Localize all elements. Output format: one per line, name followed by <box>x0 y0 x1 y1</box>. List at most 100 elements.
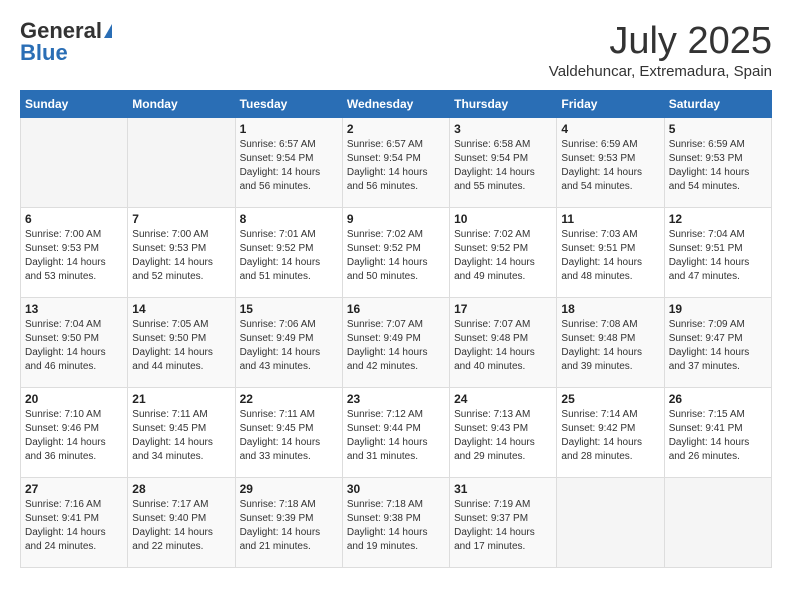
day-number: 23 <box>347 392 445 406</box>
calendar-cell: 11 Sunrise: 7:03 AM Sunset: 9:51 PM Dayli… <box>557 208 664 298</box>
logo: General Blue <box>20 20 112 64</box>
calendar-cell: 13 Sunrise: 7:04 AM Sunset: 9:50 PM Dayli… <box>21 298 128 388</box>
logo-general-text: General <box>20 20 102 42</box>
calendar-cell: 21 Sunrise: 7:11 AM Sunset: 9:45 PM Dayli… <box>128 388 235 478</box>
day-info: Sunrise: 7:00 AM Sunset: 9:53 PM Dayligh… <box>132 228 230 284</box>
day-number: 11 <box>561 212 659 226</box>
calendar-cell: 20 Sunrise: 7:10 AM Sunset: 9:46 PM Dayli… <box>21 388 128 478</box>
day-number: 19 <box>669 302 767 316</box>
day-number: 6 <box>25 212 123 226</box>
day-header-saturday: Saturday <box>664 91 771 118</box>
calendar-cell: 24 Sunrise: 7:13 AM Sunset: 9:43 PM Dayli… <box>450 388 557 478</box>
calendar-cell <box>128 118 235 208</box>
calendar-cell: 5 Sunrise: 6:59 AM Sunset: 9:53 PM Daylig… <box>664 118 771 208</box>
day-info: Sunrise: 7:08 AM Sunset: 9:48 PM Dayligh… <box>561 318 659 374</box>
calendar-cell: 3Sunrise: 6:58 AM Sunset: 9:54 PM Daylig… <box>450 118 557 208</box>
day-info: Sunrise: 7:00 AM Sunset: 9:53 PM Dayligh… <box>25 228 123 284</box>
month-title: July 2025 <box>549 20 772 63</box>
day-info: Sunrise: 7:13 AM Sunset: 9:43 PM Dayligh… <box>454 408 552 464</box>
day-number: 5 <box>669 122 767 136</box>
day-number: 30 <box>347 482 445 496</box>
day-header-sunday: Sunday <box>21 91 128 118</box>
day-info: Sunrise: 6:59 AM Sunset: 9:53 PM Dayligh… <box>669 138 767 194</box>
day-info: Sunrise: 7:18 AM Sunset: 9:39 PM Dayligh… <box>240 498 338 554</box>
day-info: Sunrise: 7:05 AM Sunset: 9:50 PM Dayligh… <box>132 318 230 374</box>
header-row: SundayMondayTuesdayWednesdayThursdayFrid… <box>21 91 772 118</box>
title-block: July 2025 Valdehuncar, Extremadura, Spai… <box>549 20 772 80</box>
calendar-cell: 17 Sunrise: 7:07 AM Sunset: 9:48 PM Dayli… <box>450 298 557 388</box>
day-header-tuesday: Tuesday <box>235 91 342 118</box>
day-info: Sunrise: 6:57 AM Sunset: 9:54 PM Dayligh… <box>347 138 445 194</box>
day-info: Sunrise: 7:14 AM Sunset: 9:42 PM Dayligh… <box>561 408 659 464</box>
day-number: 13 <box>25 302 123 316</box>
calendar-cell: 23Sunrise: 7:12 AM Sunset: 9:44 PM Dayli… <box>342 388 449 478</box>
day-info: Sunrise: 7:11 AM Sunset: 9:45 PM Dayligh… <box>132 408 230 464</box>
day-info: Sunrise: 7:17 AM Sunset: 9:40 PM Dayligh… <box>132 498 230 554</box>
day-header-thursday: Thursday <box>450 91 557 118</box>
day-info: Sunrise: 7:15 AM Sunset: 9:41 PM Dayligh… <box>669 408 767 464</box>
calendar-cell: 7 Sunrise: 7:00 AM Sunset: 9:53 PM Daylig… <box>128 208 235 298</box>
calendar-cell: 16Sunrise: 7:07 AM Sunset: 9:49 PM Dayli… <box>342 298 449 388</box>
calendar-cell: 8Sunrise: 7:01 AM Sunset: 9:52 PM Daylig… <box>235 208 342 298</box>
calendar-week-2: 13 Sunrise: 7:04 AM Sunset: 9:50 PM Dayli… <box>21 298 772 388</box>
calendar-cell: 15 Sunrise: 7:06 AM Sunset: 9:49 PM Dayli… <box>235 298 342 388</box>
day-number: 2 <box>347 122 445 136</box>
day-number: 22 <box>240 392 338 406</box>
calendar-header: SundayMondayTuesdayWednesdayThursdayFrid… <box>21 91 772 118</box>
day-number: 15 <box>240 302 338 316</box>
day-number: 10 <box>454 212 552 226</box>
day-number: 24 <box>454 392 552 406</box>
calendar-cell: 31Sunrise: 7:19 AM Sunset: 9:37 PM Dayli… <box>450 478 557 568</box>
day-info: Sunrise: 7:06 AM Sunset: 9:49 PM Dayligh… <box>240 318 338 374</box>
day-number: 17 <box>454 302 552 316</box>
day-number: 31 <box>454 482 552 496</box>
day-header-wednesday: Wednesday <box>342 91 449 118</box>
day-number: 12 <box>669 212 767 226</box>
day-number: 3 <box>454 122 552 136</box>
calendar-cell: 25Sunrise: 7:14 AM Sunset: 9:42 PM Dayli… <box>557 388 664 478</box>
calendar-cell: 28Sunrise: 7:17 AM Sunset: 9:40 PM Dayli… <box>128 478 235 568</box>
calendar-week-3: 20 Sunrise: 7:10 AM Sunset: 9:46 PM Dayli… <box>21 388 772 478</box>
calendar-cell <box>664 478 771 568</box>
calendar-cell <box>557 478 664 568</box>
calendar-cell: 10Sunrise: 7:02 AM Sunset: 9:52 PM Dayli… <box>450 208 557 298</box>
day-number: 26 <box>669 392 767 406</box>
calendar-cell: 26 Sunrise: 7:15 AM Sunset: 9:41 PM Dayli… <box>664 388 771 478</box>
day-info: Sunrise: 7:10 AM Sunset: 9:46 PM Dayligh… <box>25 408 123 464</box>
logo-blue-text: Blue <box>20 42 68 64</box>
day-info: Sunrise: 7:11 AM Sunset: 9:45 PM Dayligh… <box>240 408 338 464</box>
day-info: Sunrise: 6:57 AM Sunset: 9:54 PM Dayligh… <box>240 138 338 194</box>
day-header-friday: Friday <box>557 91 664 118</box>
day-info: Sunrise: 7:07 AM Sunset: 9:48 PM Dayligh… <box>454 318 552 374</box>
day-number: 9 <box>347 212 445 226</box>
calendar-cell: 18Sunrise: 7:08 AM Sunset: 9:48 PM Dayli… <box>557 298 664 388</box>
calendar-cell: 12 Sunrise: 7:04 AM Sunset: 9:51 PM Dayli… <box>664 208 771 298</box>
day-number: 27 <box>25 482 123 496</box>
day-number: 20 <box>25 392 123 406</box>
calendar-cell: 1Sunrise: 6:57 AM Sunset: 9:54 PM Daylig… <box>235 118 342 208</box>
location-subtitle: Valdehuncar, Extremadura, Spain <box>549 63 772 80</box>
calendar-cell: 9 Sunrise: 7:02 AM Sunset: 9:52 PM Daylig… <box>342 208 449 298</box>
page-header: General Blue July 2025 Valdehuncar, Extr… <box>20 20 772 80</box>
day-info: Sunrise: 7:03 AM Sunset: 9:51 PM Dayligh… <box>561 228 659 284</box>
calendar-cell: 29Sunrise: 7:18 AM Sunset: 9:39 PM Dayli… <box>235 478 342 568</box>
day-number: 8 <box>240 212 338 226</box>
calendar-cell: 4Sunrise: 6:59 AM Sunset: 9:53 PM Daylig… <box>557 118 664 208</box>
calendar-cell: 19Sunrise: 7:09 AM Sunset: 9:47 PM Dayli… <box>664 298 771 388</box>
logo-icon <box>104 24 112 38</box>
calendar-cell: 27Sunrise: 7:16 AM Sunset: 9:41 PM Dayli… <box>21 478 128 568</box>
day-info: Sunrise: 6:59 AM Sunset: 9:53 PM Dayligh… <box>561 138 659 194</box>
calendar-cell <box>21 118 128 208</box>
day-number: 21 <box>132 392 230 406</box>
calendar-week-4: 27Sunrise: 7:16 AM Sunset: 9:41 PM Dayli… <box>21 478 772 568</box>
calendar-cell: 22 Sunrise: 7:11 AM Sunset: 9:45 PM Dayli… <box>235 388 342 478</box>
day-header-monday: Monday <box>128 91 235 118</box>
calendar-body: 1Sunrise: 6:57 AM Sunset: 9:54 PM Daylig… <box>21 118 772 568</box>
calendar-week-0: 1Sunrise: 6:57 AM Sunset: 9:54 PM Daylig… <box>21 118 772 208</box>
day-info: Sunrise: 7:04 AM Sunset: 9:50 PM Dayligh… <box>25 318 123 374</box>
day-number: 7 <box>132 212 230 226</box>
day-info: Sunrise: 7:04 AM Sunset: 9:51 PM Dayligh… <box>669 228 767 284</box>
day-number: 16 <box>347 302 445 316</box>
day-info: Sunrise: 7:02 AM Sunset: 9:52 PM Dayligh… <box>347 228 445 284</box>
day-info: Sunrise: 7:18 AM Sunset: 9:38 PM Dayligh… <box>347 498 445 554</box>
